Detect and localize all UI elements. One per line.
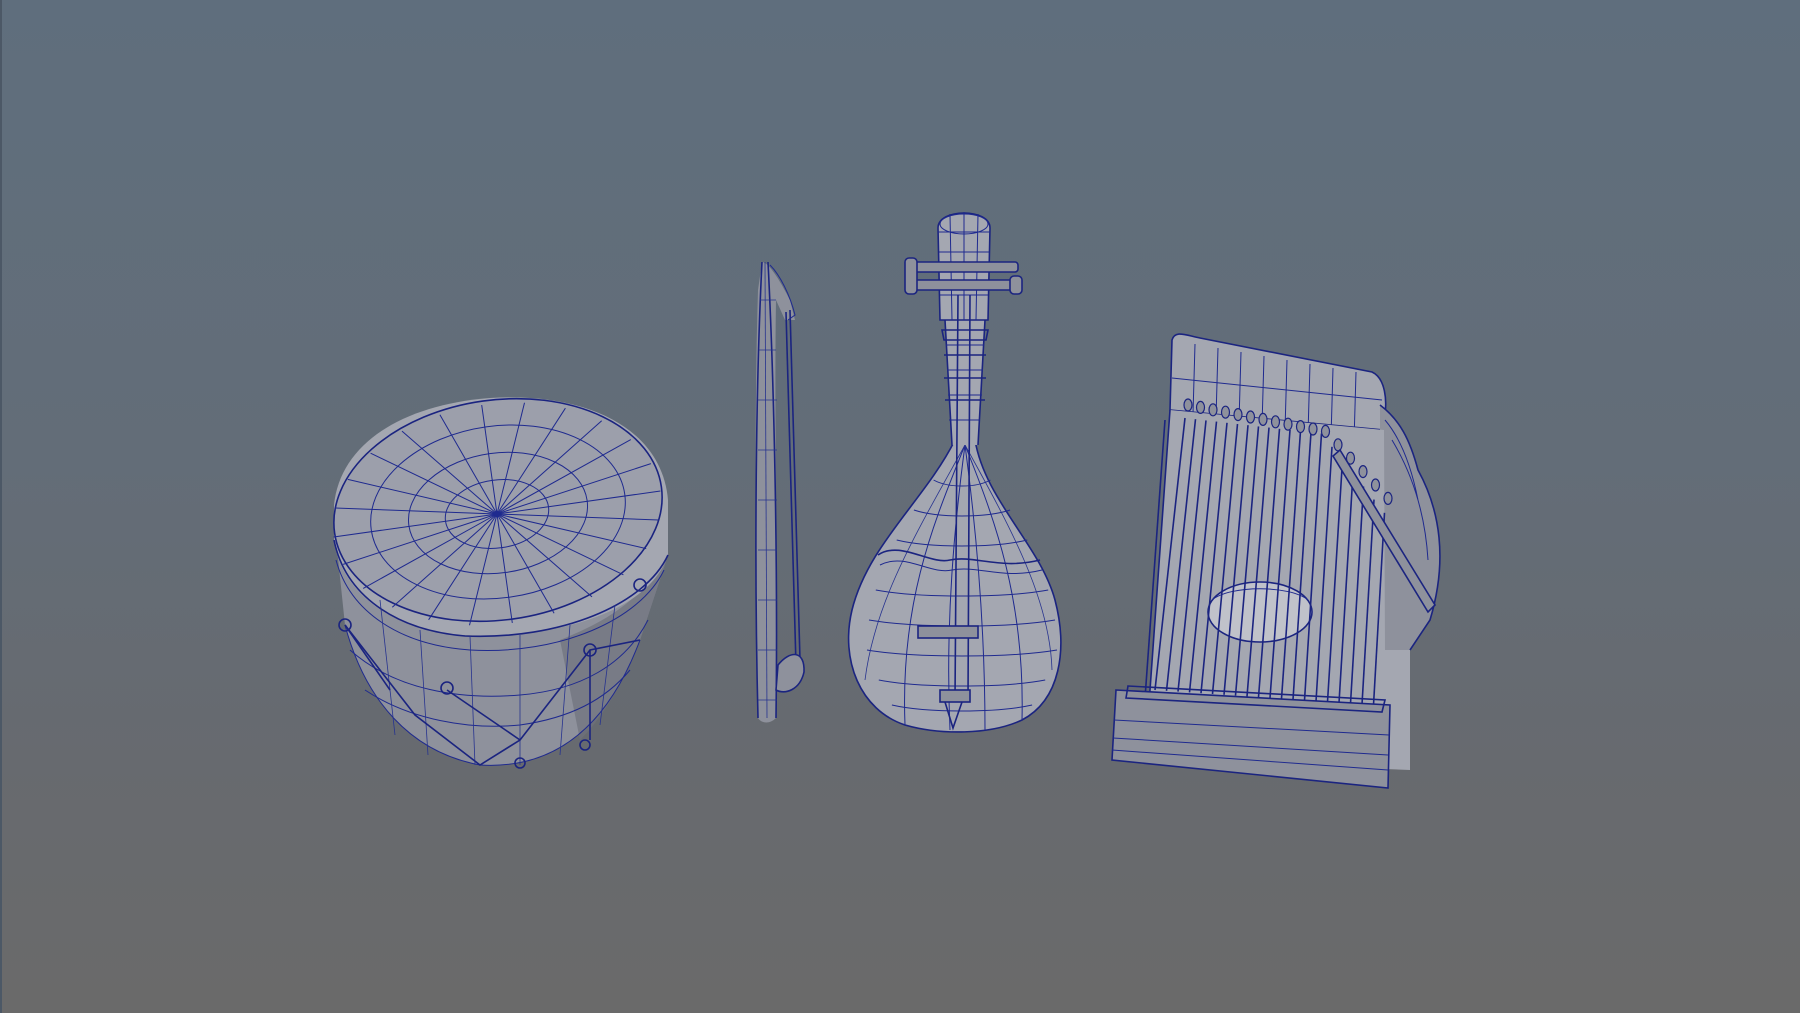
bow-mesh[interactable] [755, 261, 805, 723]
lute-mesh[interactable] [847, 212, 1062, 733]
viewport-canvas[interactable] [0, 0, 1800, 1013]
drum-mesh[interactable] [319, 378, 676, 769]
zither-mesh[interactable] [1111, 333, 1441, 789]
3d-viewport[interactable] [0, 0, 1800, 1013]
